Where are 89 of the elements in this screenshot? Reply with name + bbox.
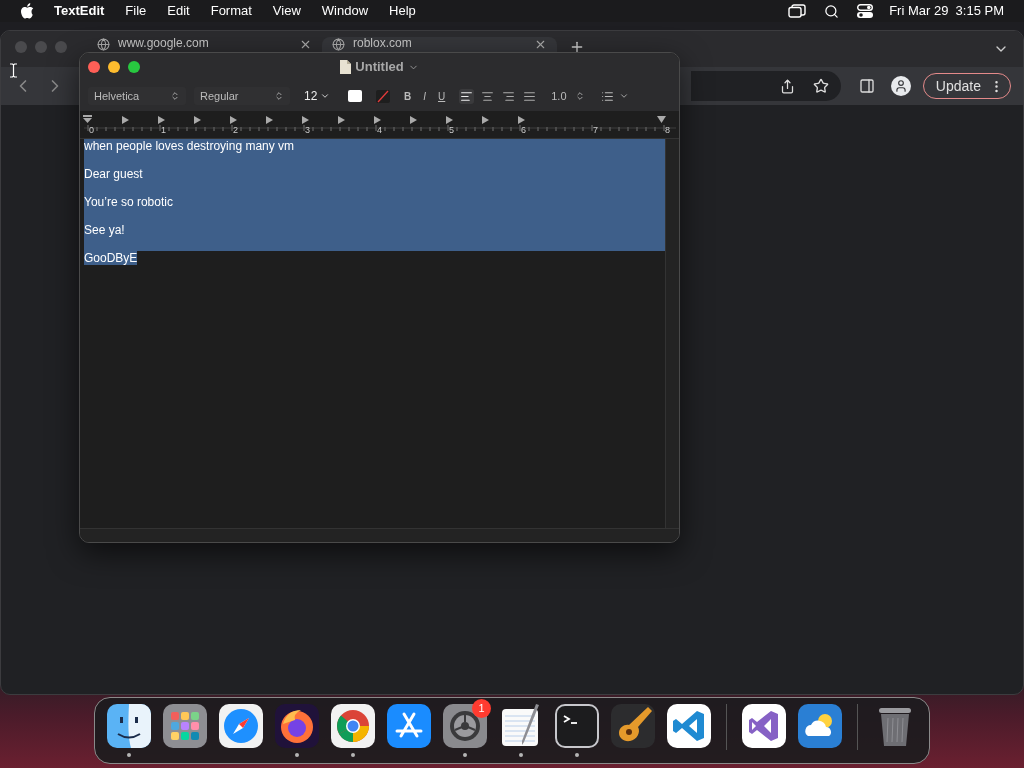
font-size-select[interactable]: 12 bbox=[298, 87, 336, 105]
italic-button[interactable]: I bbox=[423, 88, 426, 104]
tab-stop-icon[interactable] bbox=[338, 116, 345, 124]
chevron-down-icon bbox=[320, 91, 330, 101]
zoom-window-button[interactable] bbox=[128, 61, 140, 73]
control-toggles-icon[interactable] bbox=[857, 4, 874, 18]
menu-item[interactable]: Format bbox=[210, 1, 252, 21]
tab-stop-icon[interactable] bbox=[518, 116, 525, 124]
ruler-number: 0 bbox=[89, 126, 94, 135]
text-color-swatch[interactable] bbox=[348, 90, 362, 102]
ruler-number: 2 bbox=[233, 126, 238, 135]
close-tab-icon[interactable] bbox=[534, 38, 547, 51]
menu-item[interactable]: Window bbox=[321, 1, 369, 21]
bold-button[interactable]: B bbox=[404, 88, 412, 104]
list-icon bbox=[601, 89, 615, 103]
cloud-sun-icon[interactable] bbox=[798, 704, 842, 748]
tab-title: roblox.com bbox=[353, 37, 413, 50]
ruler-number: 4 bbox=[377, 126, 382, 135]
right-margin-marker-icon[interactable] bbox=[657, 116, 666, 123]
menu-item[interactable]: Edit bbox=[167, 1, 190, 21]
menu-bar-clock[interactable]: Fri Mar 29 3:15 PM bbox=[889, 1, 1004, 21]
menu-item[interactable]: Help bbox=[389, 1, 416, 21]
fox-globe-icon[interactable] bbox=[275, 704, 319, 748]
browser-tab[interactable]: www.google.com bbox=[87, 37, 322, 52]
app-store-icon[interactable] bbox=[387, 704, 431, 748]
stepper-icon bbox=[274, 91, 284, 101]
tab-stop-icon[interactable] bbox=[122, 116, 129, 124]
finder-face-icon[interactable] bbox=[107, 704, 151, 748]
new-tab-icon[interactable] bbox=[569, 39, 585, 55]
document-paragraph: GooDByE bbox=[84, 251, 138, 265]
tab-stop-icon[interactable] bbox=[410, 116, 417, 124]
share-icon[interactable] bbox=[779, 78, 795, 94]
ruler-number: 6 bbox=[521, 126, 526, 135]
compass-icon[interactable] bbox=[219, 704, 263, 748]
document-paragraph: Dear guest bbox=[84, 167, 143, 181]
ruler-number: 7 bbox=[593, 126, 598, 135]
ruler-number: 5 bbox=[449, 126, 454, 135]
globe-icon bbox=[97, 38, 110, 51]
line-spacing-select[interactable]: 1.0 bbox=[551, 87, 586, 105]
minimize-window-button[interactable] bbox=[108, 61, 120, 73]
list-style-select[interactable] bbox=[601, 89, 630, 103]
tab-stop-icon[interactable] bbox=[158, 116, 165, 124]
bookmark-star-icon[interactable] bbox=[812, 78, 829, 94]
window-title[interactable]: Untitled bbox=[355, 57, 404, 77]
globe-icon bbox=[332, 38, 345, 51]
tab-stop-icon[interactable] bbox=[302, 116, 309, 124]
tab-title: www.google.com bbox=[118, 37, 210, 50]
side-panel-icon[interactable] bbox=[858, 78, 875, 94]
app-grid-icon[interactable] bbox=[163, 704, 207, 748]
app-menu[interactable]: TextEdit bbox=[54, 1, 105, 21]
tab-stop-icon[interactable] bbox=[374, 116, 381, 124]
search-icon[interactable] bbox=[824, 3, 840, 19]
font-family-select[interactable]: Helvetica bbox=[88, 87, 186, 105]
align-button[interactable] bbox=[459, 88, 475, 104]
window-stack-icon[interactable] bbox=[788, 4, 807, 18]
browser-tab[interactable]: roblox.com bbox=[322, 37, 557, 52]
infinity-ribbon-icon[interactable] bbox=[742, 704, 786, 748]
document-icon bbox=[340, 60, 352, 74]
close-window-button[interactable] bbox=[88, 61, 100, 73]
notification-badge: 1 bbox=[472, 699, 491, 718]
underline-button[interactable]: U bbox=[438, 88, 446, 104]
tab-stop-icon[interactable] bbox=[482, 116, 489, 124]
close-tab-icon[interactable] bbox=[299, 38, 312, 51]
menu-item[interactable]: File bbox=[125, 1, 147, 21]
tab-stop-icon[interactable] bbox=[266, 116, 273, 124]
terminal-icon[interactable] bbox=[555, 704, 599, 748]
ruler-number: 1 bbox=[161, 126, 166, 135]
font-style-select[interactable]: Regular bbox=[194, 87, 290, 105]
text-cursor-icon bbox=[9, 63, 18, 78]
document-paragraph: You’re so robotic bbox=[84, 195, 173, 209]
gear-icon[interactable] bbox=[443, 704, 487, 748]
no-highlight-icon[interactable] bbox=[376, 89, 390, 103]
tab-stop-icon[interactable] bbox=[230, 116, 237, 124]
address-bar[interactable] bbox=[690, 71, 841, 101]
tab-stop-icon[interactable] bbox=[194, 116, 201, 124]
profile-avatar[interactable] bbox=[890, 76, 911, 96]
stepper-icon bbox=[575, 91, 586, 101]
document-paragraph: when people loves destroying many vm bbox=[84, 139, 295, 153]
stepper-icon bbox=[170, 91, 180, 101]
ruler-number: 8 bbox=[665, 126, 670, 135]
tab-stop-icon[interactable] bbox=[446, 116, 453, 124]
document-paragraph: See ya! bbox=[84, 223, 125, 237]
guitar-icon[interactable] bbox=[611, 704, 655, 748]
code-editor-icon[interactable] bbox=[667, 704, 711, 748]
ruler-number: 3 bbox=[305, 126, 310, 135]
indent-marker-icon[interactable] bbox=[83, 115, 92, 123]
apple-logo-icon[interactable] bbox=[20, 3, 34, 19]
chevron-down-icon bbox=[619, 91, 630, 101]
menu-item[interactable]: View bbox=[272, 1, 301, 21]
